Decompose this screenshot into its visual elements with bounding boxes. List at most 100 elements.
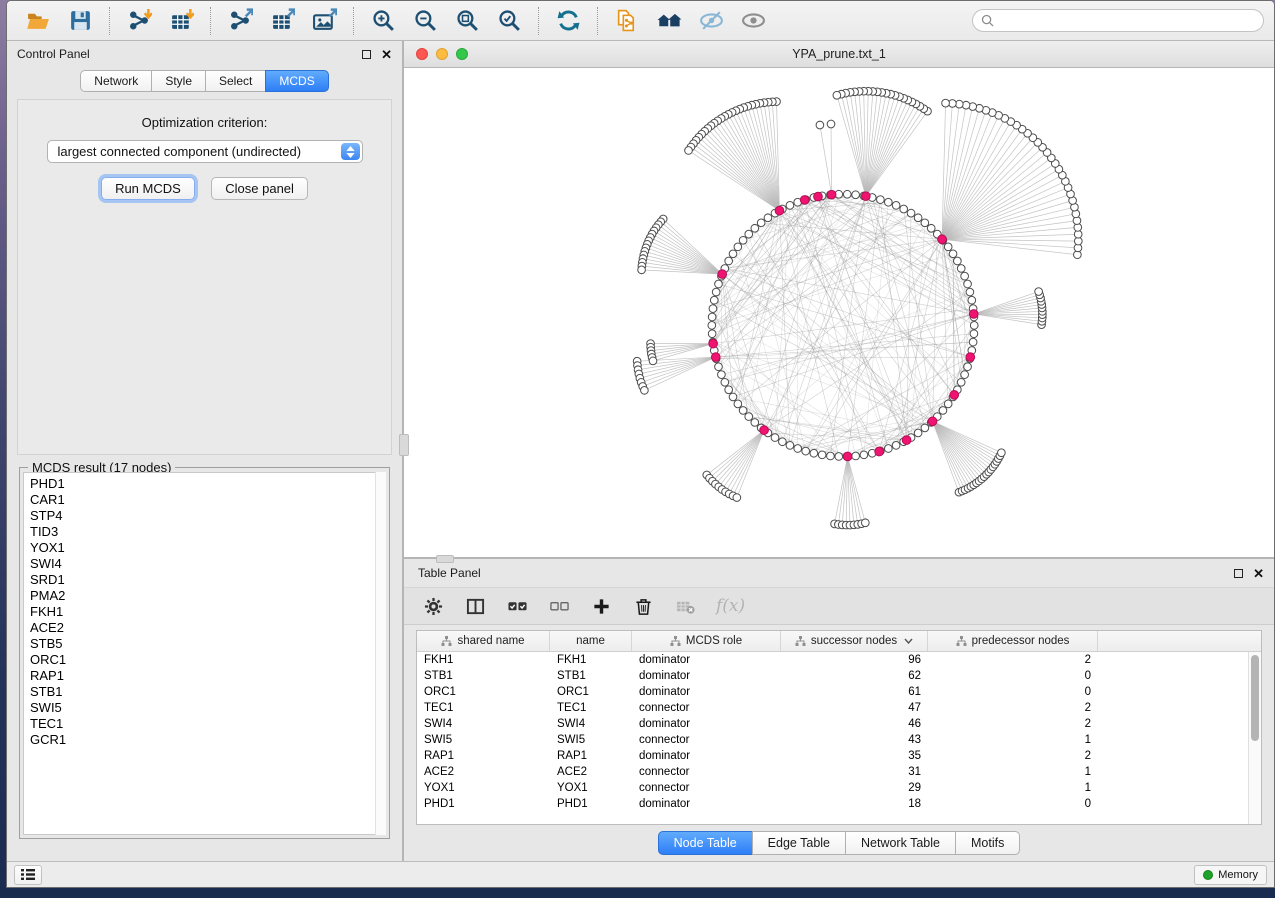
- column-header-MCDS-role[interactable]: MCDS role: [632, 631, 781, 651]
- add-icon[interactable]: [590, 595, 612, 617]
- cell-shared-name[interactable]: RAP1: [417, 750, 550, 762]
- tab-node-table[interactable]: Node Table: [658, 831, 753, 855]
- table-row[interactable]: ORC1ORC1dominator610: [417, 684, 1248, 700]
- mcds-result-item[interactable]: TEC1: [30, 716, 385, 732]
- export-table-icon[interactable]: [267, 7, 297, 35]
- mcds-result-item[interactable]: FKH1: [30, 604, 385, 620]
- cell-name[interactable]: SWI5: [550, 734, 632, 746]
- cell-name[interactable]: TEC1: [550, 702, 632, 714]
- table-row[interactable]: SWI5SWI5connector431: [417, 732, 1248, 748]
- horizontal-splitter-handle[interactable]: [436, 555, 454, 563]
- tab-mcds[interactable]: MCDS: [265, 70, 328, 92]
- mcds-result-item[interactable]: YOX1: [30, 540, 385, 556]
- cell-predecessor-nodes[interactable]: 2: [928, 654, 1098, 666]
- cell-predecessor-nodes[interactable]: 1: [928, 734, 1098, 746]
- tab-style[interactable]: Style: [151, 70, 206, 92]
- save-icon[interactable]: [65, 7, 95, 35]
- cell-name[interactable]: YOX1: [550, 782, 632, 794]
- show-all-icon[interactable]: [738, 7, 768, 35]
- cell-predecessor-nodes[interactable]: 2: [928, 718, 1098, 730]
- cell-shared-name[interactable]: PHD1: [417, 798, 550, 810]
- cell-shared-name[interactable]: SWI5: [417, 734, 550, 746]
- tab-network-table[interactable]: Network Table: [845, 831, 956, 855]
- mcds-result-item[interactable]: STB5: [30, 636, 385, 652]
- mcds-result-item[interactable]: GCR1: [30, 732, 385, 748]
- cell-shared-name[interactable]: STB1: [417, 670, 550, 682]
- table-row[interactable]: FKH1FKH1dominator962: [417, 652, 1248, 668]
- table-row[interactable]: YOX1YOX1connector291: [417, 780, 1248, 796]
- cell-shared-name[interactable]: ORC1: [417, 686, 550, 698]
- cell-successor-nodes[interactable]: 29: [781, 782, 928, 794]
- cell-successor-nodes[interactable]: 47: [781, 702, 928, 714]
- cell-MCDS-role[interactable]: dominator: [632, 686, 781, 698]
- column-header-shared-name[interactable]: shared name: [417, 631, 550, 651]
- deselect-all-icon[interactable]: [548, 595, 570, 617]
- optimization-select[interactable]: largest connected component (undirected): [47, 140, 363, 163]
- cell-name[interactable]: STB1: [550, 670, 632, 682]
- mcds-result-item[interactable]: SWI4: [30, 556, 385, 572]
- cell-MCDS-role[interactable]: connector: [632, 734, 781, 746]
- mcds-result-item[interactable]: STB1: [30, 684, 385, 700]
- cell-MCDS-role[interactable]: connector: [632, 766, 781, 778]
- mcds-result-list[interactable]: PHD1CAR1STP4TID3YOX1SWI4SRD1PMA2FKH1ACE2…: [23, 472, 386, 835]
- cell-shared-name[interactable]: FKH1: [417, 654, 550, 666]
- cell-MCDS-role[interactable]: dominator: [632, 798, 781, 810]
- hide-selected-icon[interactable]: [696, 7, 726, 35]
- mcds-result-item[interactable]: SRD1: [30, 572, 385, 588]
- mcds-list-scrollbar[interactable]: [375, 472, 386, 835]
- zoom-in-icon[interactable]: [368, 7, 398, 35]
- cell-successor-nodes[interactable]: 35: [781, 750, 928, 762]
- cell-predecessor-nodes[interactable]: 2: [928, 702, 1098, 714]
- cell-predecessor-nodes[interactable]: 0: [928, 798, 1098, 810]
- cell-name[interactable]: SWI4: [550, 718, 632, 730]
- mcds-result-item[interactable]: STP4: [30, 508, 385, 524]
- run-mcds-button[interactable]: Run MCDS: [101, 177, 195, 200]
- select-all-icon[interactable]: [506, 595, 528, 617]
- tab-network[interactable]: Network: [80, 70, 152, 92]
- mcds-result-item[interactable]: ORC1: [30, 652, 385, 668]
- cell-successor-nodes[interactable]: 43: [781, 734, 928, 746]
- cell-MCDS-role[interactable]: connector: [632, 782, 781, 794]
- memory-button[interactable]: Memory: [1194, 865, 1267, 885]
- table-scrollbar-thumb[interactable]: [1251, 655, 1259, 741]
- open-file-icon[interactable]: [23, 7, 53, 35]
- cell-name[interactable]: FKH1: [550, 654, 632, 666]
- function-builder-button[interactable]: f(x): [716, 596, 745, 616]
- cell-name[interactable]: ORC1: [550, 686, 632, 698]
- cell-MCDS-role[interactable]: connector: [632, 702, 781, 714]
- cell-shared-name[interactable]: SWI4: [417, 718, 550, 730]
- table-row[interactable]: SWI4SWI4dominator462: [417, 716, 1248, 732]
- float-panel-icon[interactable]: [362, 50, 371, 59]
- zoom-selected-icon[interactable]: [494, 7, 524, 35]
- search-box[interactable]: [972, 9, 1264, 32]
- table-close-icon[interactable]: ✕: [1253, 567, 1264, 580]
- cell-MCDS-role[interactable]: dominator: [632, 750, 781, 762]
- export-image-icon[interactable]: [309, 7, 339, 35]
- mcds-result-item[interactable]: PMA2: [30, 588, 385, 604]
- cell-successor-nodes[interactable]: 62: [781, 670, 928, 682]
- mcds-result-item[interactable]: RAP1: [30, 668, 385, 684]
- tab-select[interactable]: Select: [205, 70, 266, 92]
- vertical-splitter-handle[interactable]: [399, 434, 409, 456]
- duplicate-network-icon[interactable]: [612, 7, 642, 35]
- first-neighbors-icon[interactable]: [654, 7, 684, 35]
- delete-icon[interactable]: [632, 595, 654, 617]
- cell-predecessor-nodes[interactable]: 0: [928, 670, 1098, 682]
- tab-motifs[interactable]: Motifs: [955, 831, 1020, 855]
- cell-name[interactable]: RAP1: [550, 750, 632, 762]
- close-panel-button[interactable]: Close panel: [211, 177, 308, 200]
- table-scrollbar[interactable]: [1248, 652, 1261, 824]
- network-graph[interactable]: [404, 68, 1274, 557]
- delete-table-icon[interactable]: [674, 595, 696, 617]
- task-history-button[interactable]: [14, 865, 42, 885]
- cell-MCDS-role[interactable]: dominator: [632, 654, 781, 666]
- cell-predecessor-nodes[interactable]: 2: [928, 750, 1098, 762]
- mcds-result-item[interactable]: SWI5: [30, 700, 385, 716]
- mcds-result-item[interactable]: ACE2: [30, 620, 385, 636]
- zoom-out-icon[interactable]: [410, 7, 440, 35]
- cell-successor-nodes[interactable]: 61: [781, 686, 928, 698]
- cell-shared-name[interactable]: ACE2: [417, 766, 550, 778]
- zoom-fit-icon[interactable]: [452, 7, 482, 35]
- cell-MCDS-role[interactable]: dominator: [632, 718, 781, 730]
- cell-name[interactable]: ACE2: [550, 766, 632, 778]
